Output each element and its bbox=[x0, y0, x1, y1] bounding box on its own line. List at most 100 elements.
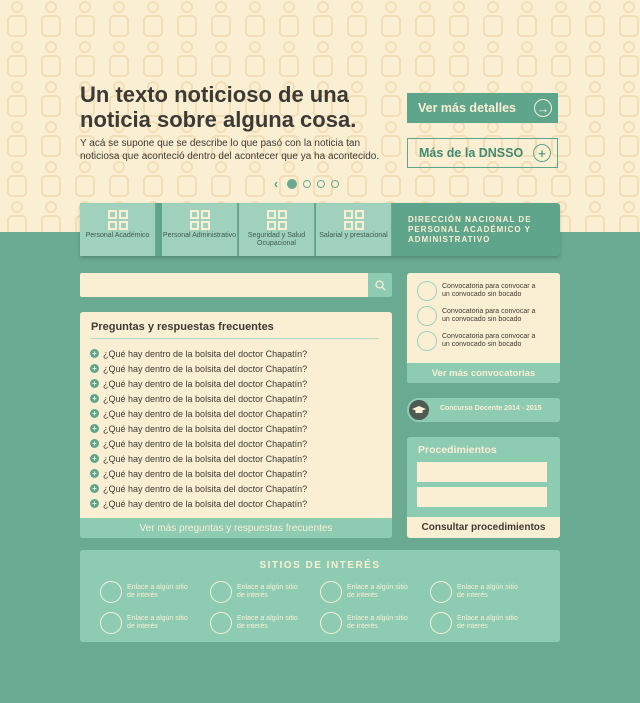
menu-item-label: Personal Administrativo bbox=[162, 232, 237, 239]
slider-dot[interactable] bbox=[303, 179, 311, 188]
plus-icon: + bbox=[90, 484, 99, 493]
faq-item[interactable]: + ¿Qué hay dentro de la bolsita del docto… bbox=[90, 496, 307, 511]
faq-item[interactable]: + ¿Qué hay dentro de la bolsita del docto… bbox=[90, 481, 307, 496]
faq-more-button[interactable]: Ver más preguntas y respuestas frecuente… bbox=[80, 518, 392, 538]
faq-item[interactable]: + ¿Qué hay dentro de la bolsita del docto… bbox=[90, 406, 307, 421]
faq-item[interactable]: + ¿Qué hay dentro de la bolsita del docto… bbox=[90, 421, 307, 436]
plus-icon: + bbox=[90, 364, 99, 373]
site-link[interactable]: Enlace a algún sitio de interés bbox=[100, 581, 197, 603]
dnsso-button-label: Más de la DNSSO bbox=[419, 146, 524, 160]
faq-question: ¿Qué hay dentro de la bolsita del doctor… bbox=[103, 348, 308, 359]
dnsso-button[interactable]: Más de la DNSSO + bbox=[407, 138, 558, 168]
news-headline: Un texto noticioso de una noticia sobre … bbox=[80, 82, 357, 132]
chevron-left-icon[interactable]: ‹ bbox=[271, 176, 281, 191]
faq-item[interactable]: + ¿Qué hay dentro de la bolsita del docto… bbox=[90, 376, 307, 391]
site-link-text: Enlace a algún sitio de interés bbox=[457, 584, 518, 599]
site-link[interactable]: Enlace a algún sitio de interés bbox=[320, 612, 417, 634]
convocatoria-item[interactable]: Convocatoria para convocar a un convocad… bbox=[417, 331, 542, 351]
faq-question: ¿Qué hay dentro de la bolsita del doctor… bbox=[103, 408, 308, 419]
search-input[interactable] bbox=[80, 273, 368, 297]
faq-question: ¿Qué hay dentro de la bolsita del doctor… bbox=[103, 438, 308, 449]
site-link[interactable]: Enlace a algún sitio de interés bbox=[430, 581, 527, 603]
site-link-text: Enlace a algún sitio de interés bbox=[237, 584, 298, 599]
search-button[interactable] bbox=[368, 273, 392, 297]
faq-item[interactable]: + ¿Qué hay dentro de la bolsita del docto… bbox=[90, 391, 307, 406]
grid-icon bbox=[189, 210, 210, 230]
faq-question: ¿Qué hay dentro de la bolsita del doctor… bbox=[103, 453, 308, 464]
procedimientos-title: Procedimientos bbox=[418, 444, 497, 456]
menu-item-seguridad-salud[interactable]: Seguridad y Salud Ocupacional bbox=[239, 203, 315, 256]
menu-item-label: Personal Académico bbox=[85, 232, 150, 239]
grid-icon bbox=[107, 210, 128, 230]
circle-icon bbox=[210, 581, 232, 603]
slider-dot[interactable] bbox=[287, 178, 297, 189]
faq-item[interactable]: + ¿Qué hay dentro de la bolsita del docto… bbox=[90, 451, 307, 466]
circle-icon bbox=[417, 281, 437, 301]
procedimientos-panel: Procedimientos Consultar procedimientos bbox=[407, 437, 560, 538]
faq-item[interactable]: + ¿Qué hay dentro de la bolsita del docto… bbox=[90, 466, 307, 481]
consultar-procedimientos-button[interactable]: Consultar procedimientos bbox=[407, 517, 560, 538]
circle-icon bbox=[320, 581, 342, 603]
circle-icon bbox=[430, 581, 452, 603]
details-button-label: Ver más detalles bbox=[418, 101, 516, 115]
faq-item[interactable]: + ¿Qué hay dentro de la bolsita del docto… bbox=[90, 346, 307, 361]
plus-icon: + bbox=[90, 379, 99, 388]
hero-banner: Un texto noticioso de una noticia sobre … bbox=[0, 0, 640, 232]
plus-icon: + bbox=[90, 394, 99, 403]
plus-icon: + bbox=[533, 144, 551, 162]
convocatoria-item[interactable]: Convocatoria para convocar a un convocad… bbox=[417, 281, 542, 301]
concurso-docente-link[interactable]: Concurso Docente 2014 - 2015 bbox=[407, 398, 560, 422]
plus-icon: + bbox=[90, 409, 99, 418]
circle-icon bbox=[320, 612, 342, 634]
category-menu: Personal Académico Personal Administrati… bbox=[80, 203, 560, 256]
details-button[interactable]: Ver más detalles → bbox=[407, 93, 558, 123]
menu-item-personal-academico[interactable]: Personal Académico bbox=[80, 203, 156, 256]
plus-icon: + bbox=[90, 469, 99, 478]
circle-icon bbox=[417, 306, 437, 326]
faq-question: ¿Qué hay dentro de la bolsita del doctor… bbox=[103, 363, 308, 374]
site-link-text: Enlace a algún sitio de interés bbox=[127, 584, 188, 599]
sitios-panel: SITIOS DE INTERÉS Enlace a algún sitio d… bbox=[80, 550, 560, 642]
site-link-text: Enlace a algún sitio de interés bbox=[347, 584, 408, 599]
procedimientos-field-2[interactable] bbox=[417, 487, 547, 507]
plus-icon: + bbox=[90, 349, 99, 358]
menu-item-salarial[interactable]: Salarial y prestacional bbox=[316, 203, 392, 256]
plus-icon: + bbox=[90, 424, 99, 433]
site-link[interactable]: Enlace a algún sitio de interés bbox=[320, 581, 417, 603]
grid-icon bbox=[343, 210, 364, 230]
concurso-label: Concurso Docente 2014 - 2015 bbox=[440, 405, 542, 412]
site-link[interactable]: Enlace a algún sitio de interés bbox=[430, 612, 527, 634]
graduation-cap-icon bbox=[407, 398, 431, 422]
faq-question: ¿Qué hay dentro de la bolsita del doctor… bbox=[103, 378, 308, 389]
department-title: DIRECCIÓN NACIONAL DE PERSONAL ACADÉMICO… bbox=[408, 215, 532, 244]
search-icon bbox=[374, 279, 385, 290]
circle-icon bbox=[100, 581, 122, 603]
plus-icon: + bbox=[90, 439, 99, 448]
circle-icon bbox=[430, 612, 452, 634]
sitios-title: SITIOS DE INTERÉS bbox=[259, 560, 381, 571]
site-link[interactable]: Enlace a algún sitio de interés bbox=[210, 612, 307, 634]
site-link[interactable]: Enlace a algún sitio de interés bbox=[100, 612, 197, 634]
convocatorias-more-button[interactable]: Ver más convocatorias bbox=[407, 363, 560, 383]
slider-dot[interactable] bbox=[317, 179, 325, 188]
faq-item[interactable]: + ¿Qué hay dentro de la bolsita del docto… bbox=[90, 361, 307, 376]
faq-item[interactable]: + ¿Qué hay dentro de la bolsita del docto… bbox=[90, 436, 307, 451]
faq-question: ¿Qué hay dentro de la bolsita del doctor… bbox=[103, 468, 308, 479]
circle-icon bbox=[100, 612, 122, 634]
arrow-right-icon: → bbox=[534, 99, 552, 117]
faq-list: + ¿Qué hay dentro de la bolsita del docto… bbox=[90, 346, 307, 511]
slider-dot[interactable] bbox=[331, 179, 339, 188]
convocatoria-item[interactable]: Convocatoria para convocar a un convocad… bbox=[417, 306, 542, 326]
site-link-text: Enlace a algún sitio de interés bbox=[457, 615, 518, 630]
faq-question: ¿Qué hay dentro de la bolsita del doctor… bbox=[103, 483, 308, 494]
procedimientos-field-1[interactable] bbox=[417, 462, 547, 482]
slider-nav: ‹ bbox=[271, 176, 339, 191]
menu-item-personal-administrativo[interactable]: Personal Administrativo bbox=[162, 203, 238, 256]
circle-icon bbox=[210, 612, 232, 634]
menu-item-label: Seguridad y Salud Ocupacional bbox=[247, 232, 306, 247]
site-link-text: Enlace a algún sitio de interés bbox=[237, 615, 298, 630]
news-summary: Y acá se supone que se describe lo que p… bbox=[80, 138, 380, 162]
site-link[interactable]: Enlace a algún sitio de interés bbox=[210, 581, 307, 603]
site-link-text: Enlace a algún sitio de interés bbox=[127, 615, 188, 630]
circle-icon bbox=[417, 331, 437, 351]
